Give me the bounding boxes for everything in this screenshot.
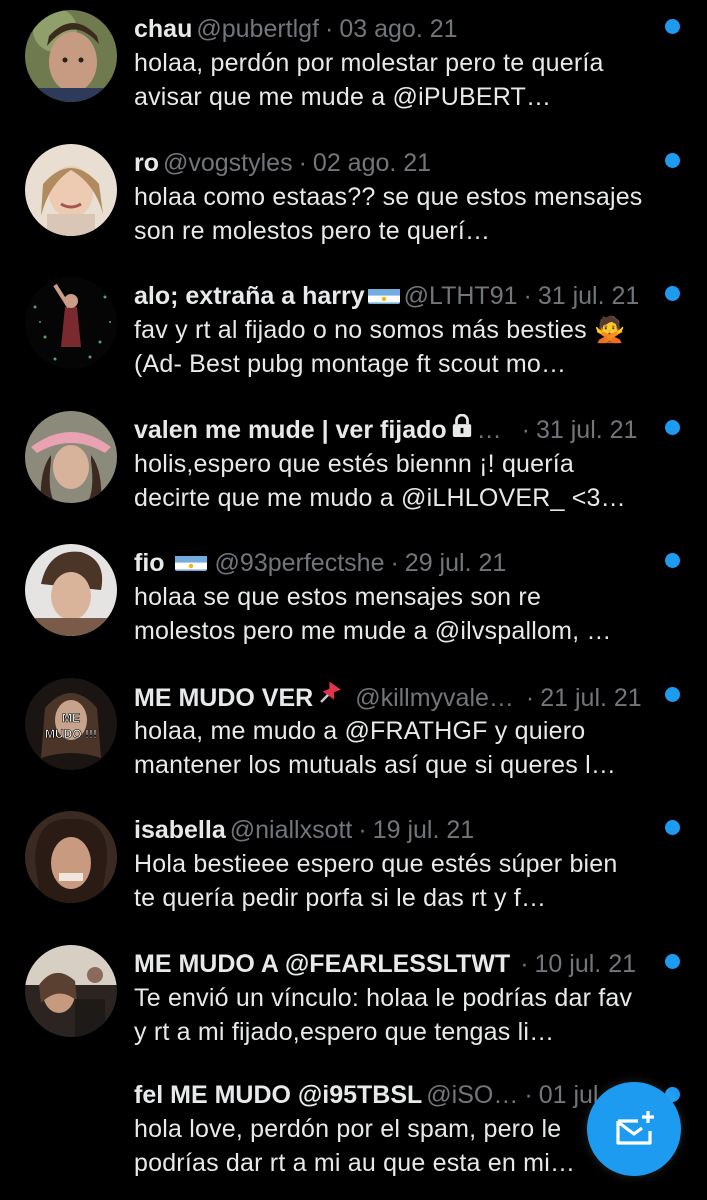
- sender-name: ro: [134, 148, 159, 177]
- conversation-item[interactable]: fio @93perfectshe · 29 jul. 21 holaa se que…: [0, 534, 707, 668]
- message-date: 31 jul. 21: [536, 415, 638, 444]
- message-preview: fav y rt al fijado o no somos más bestie…: [134, 316, 626, 378]
- unread-indicator: [665, 19, 680, 34]
- message-preview: Te envió un vínculo: holaa le podrías da…: [134, 983, 633, 1046]
- avatar[interactable]: [25, 277, 117, 369]
- pushpin-icon: [317, 680, 343, 715]
- sender-handle: @93perfectshe: [214, 549, 385, 577]
- message-date: 31 jul. 21: [537, 282, 640, 310]
- avatar[interactable]: [25, 944, 117, 1037]
- message-date: 21 jul. 21: [540, 683, 642, 712]
- avatar[interactable]: ME MUDO !!!: [25, 677, 117, 770]
- new-message-icon: [616, 1111, 654, 1145]
- unread-indicator: [665, 553, 680, 568]
- conversation-item[interactable]: alo; extraña a harry @LTHT91 · 31 jul. 21 f…: [0, 267, 707, 401]
- sender-handle: @pubertlgf: [196, 15, 320, 43]
- sender-name: ME MUDO VER: [134, 683, 314, 712]
- message-list: chau @pubertlgf · 03 ago. 21 holaa, perdón …: [0, 0, 707, 1200]
- message-preview: Hola bestieee espero que estés súper bie…: [134, 850, 618, 912]
- sender-name: valen me mude | ver fijado: [134, 415, 447, 444]
- avatar[interactable]: [25, 410, 117, 503]
- unread-indicator: [665, 286, 680, 301]
- argentina-flag-icon: [367, 284, 400, 304]
- conversation-item[interactable]: isabella @niallxsott · 19 jul. 21 Hola best…: [0, 801, 707, 935]
- sender-handle: @killmyvale…: [355, 683, 514, 712]
- message-preview: holaa como estaas?? se que estos mensaje…: [134, 182, 643, 245]
- conversation-item[interactable]: chau @pubertlgf · 03 ago. 21 holaa, perdón …: [0, 0, 707, 134]
- avatar[interactable]: [25, 544, 117, 636]
- sender-name: fel ME MUDO @i95TBSL: [134, 1081, 423, 1109]
- message-date: 02 ago. 21: [312, 148, 432, 177]
- unread-indicator: [665, 820, 680, 835]
- message-date: 03 ago. 21: [339, 15, 458, 43]
- message-preview: hola love, perdón por el spam, pero le p…: [134, 1115, 576, 1177]
- lock-icon: [451, 413, 473, 447]
- argentina-flag-icon: [174, 551, 207, 571]
- sender-handle: @LTHT91: [403, 282, 518, 310]
- message-date: 29 jul. 21: [404, 549, 507, 577]
- sender-name: ME MUDO A @FEARLESSLTWT: [134, 949, 511, 978]
- conversation-item[interactable]: ME MUDO !!! ME MUDO VER @killmyvale… · 21 ju…: [0, 668, 707, 802]
- sender-name: alo; extraña a harry: [134, 282, 365, 310]
- new-message-button[interactable]: [587, 1082, 681, 1176]
- message-preview: holaa, perdón por molestar pero te querí…: [134, 49, 604, 111]
- message-date: 19 jul. 21: [372, 816, 475, 844]
- avatar[interactable]: [25, 143, 117, 236]
- unread-indicator: [665, 953, 680, 969]
- message-preview: holaa se que estos mensajes son re moles…: [134, 583, 612, 645]
- message-date: 10 jul. 21: [534, 949, 636, 978]
- unread-indicator: [665, 419, 680, 435]
- sender-handle: @iSO…: [426, 1081, 519, 1109]
- conversation-item[interactable]: ro @vogstyles · 02 ago. 21 holaa como estaa…: [0, 134, 707, 268]
- avatar-caption: ME: [62, 711, 80, 725]
- unread-indicator: [665, 152, 680, 168]
- sender-handle: @vogstyles: [163, 148, 293, 177]
- unread-indicator: [665, 686, 680, 702]
- avatar[interactable]: [25, 811, 117, 903]
- message-preview: holis,espero que estés biennn ¡! quería …: [134, 449, 626, 512]
- sender-handle: …: [476, 415, 502, 444]
- message-preview: holaa, me mudo a @FRATHGF y quiero mante…: [134, 716, 617, 779]
- sender-name: chau: [134, 15, 193, 43]
- conversation-item[interactable]: ME MUDO A @FEARLESSLTWT · 10 jul. 21 Te en…: [0, 935, 707, 1069]
- sender-name: isabella: [134, 816, 226, 844]
- conversation-item[interactable]: valen me mude | ver fijado… · 31 jul. 21 h…: [0, 401, 707, 535]
- avatar[interactable]: [25, 10, 117, 102]
- sender-handle: @niallxsott: [229, 816, 353, 844]
- sender-name: fio: [134, 549, 165, 577]
